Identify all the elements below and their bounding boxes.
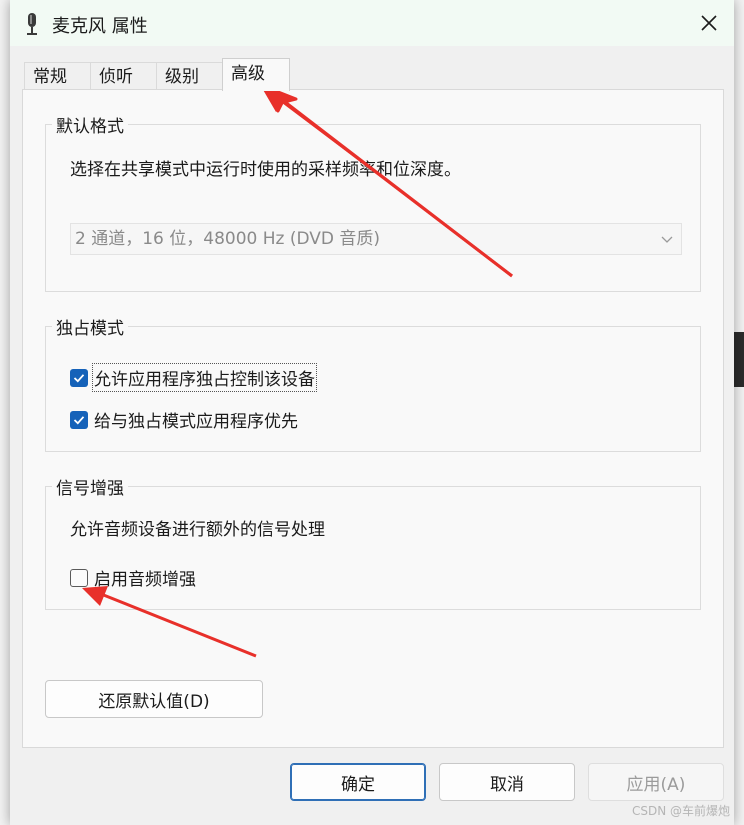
close-button[interactable] — [684, 0, 734, 46]
apply-button[interactable]: 应用(A) — [588, 763, 724, 801]
default-format-description: 选择在共享模式中运行时使用的采样频率和位深度。 — [70, 160, 461, 180]
close-icon — [701, 15, 717, 31]
sample-format-value: 2 通道，16 位，48000 Hz (DVD 音质) — [75, 229, 381, 249]
allow-exclusive-control-label: 允许应用程序独占控制该设备 — [92, 363, 317, 392]
signal-enhancement-description: 允许音频设备进行额外的信号处理 — [70, 520, 325, 540]
advanced-tab-panel: 默认格式 选择在共享模式中运行时使用的采样频率和位深度。 2 通道，16 位，4… — [22, 89, 724, 748]
microphone-icon — [27, 13, 37, 35]
chevron-down-icon — [661, 236, 673, 243]
tab-general[interactable]: 常规 — [24, 62, 92, 91]
sample-format-select[interactable]: 2 通道，16 位，48000 Hz (DVD 音质) — [70, 223, 682, 255]
exclusive-mode-group: 独占模式 允许应用程序独占控制该设备 给与独占模式应用程序优先 — [45, 314, 701, 452]
exclusive-priority-label: 给与独占模式应用程序优先 — [94, 412, 298, 432]
cancel-button[interactable]: 取消 — [439, 763, 575, 801]
restore-defaults-button[interactable]: 还原默认值(D) — [45, 680, 263, 718]
title-bar: 麦克风 属性 — [10, 0, 734, 46]
tab-levels[interactable]: 级别 — [156, 62, 224, 91]
background-window-right — [734, 0, 744, 825]
default-format-group: 默认格式 选择在共享模式中运行时使用的采样频率和位深度。 2 通道，16 位，4… — [45, 112, 701, 292]
signal-enhancement-title: 信号增强 — [52, 474, 128, 499]
default-format-title: 默认格式 — [52, 112, 128, 137]
watermark: CSDN @车前爆炮 — [631, 804, 730, 818]
enable-audio-enhancement-label: 启用音频增强 — [94, 570, 196, 590]
allow-exclusive-control-checkbox[interactable]: 允许应用程序独占控制该设备 — [70, 363, 317, 392]
properties-dialog: 麦克风 属性 常规 侦听 级别 高级 默认格式 选择在共享模式中运行时使用的采样… — [10, 0, 734, 825]
exclusive-mode-title: 独占模式 — [52, 314, 128, 339]
tab-listen[interactable]: 侦听 — [90, 62, 158, 91]
window-title: 麦克风 属性 — [52, 16, 148, 37]
checkbox-checked-icon — [70, 368, 88, 387]
enable-audio-enhancement-checkbox[interactable]: 启用音频增强 — [70, 565, 196, 590]
signal-enhancement-group: 信号增强 允许音频设备进行额外的信号处理 启用音频增强 — [45, 474, 701, 610]
background-dark-panel — [734, 332, 744, 387]
checkbox-checked-icon — [70, 410, 88, 429]
tab-advanced[interactable]: 高级 — [222, 58, 290, 91]
ok-button[interactable]: 确定 — [290, 763, 426, 801]
exclusive-priority-checkbox[interactable]: 给与独占模式应用程序优先 — [70, 407, 298, 432]
checkbox-unchecked-icon — [70, 568, 88, 587]
background-window-left — [0, 0, 10, 825]
